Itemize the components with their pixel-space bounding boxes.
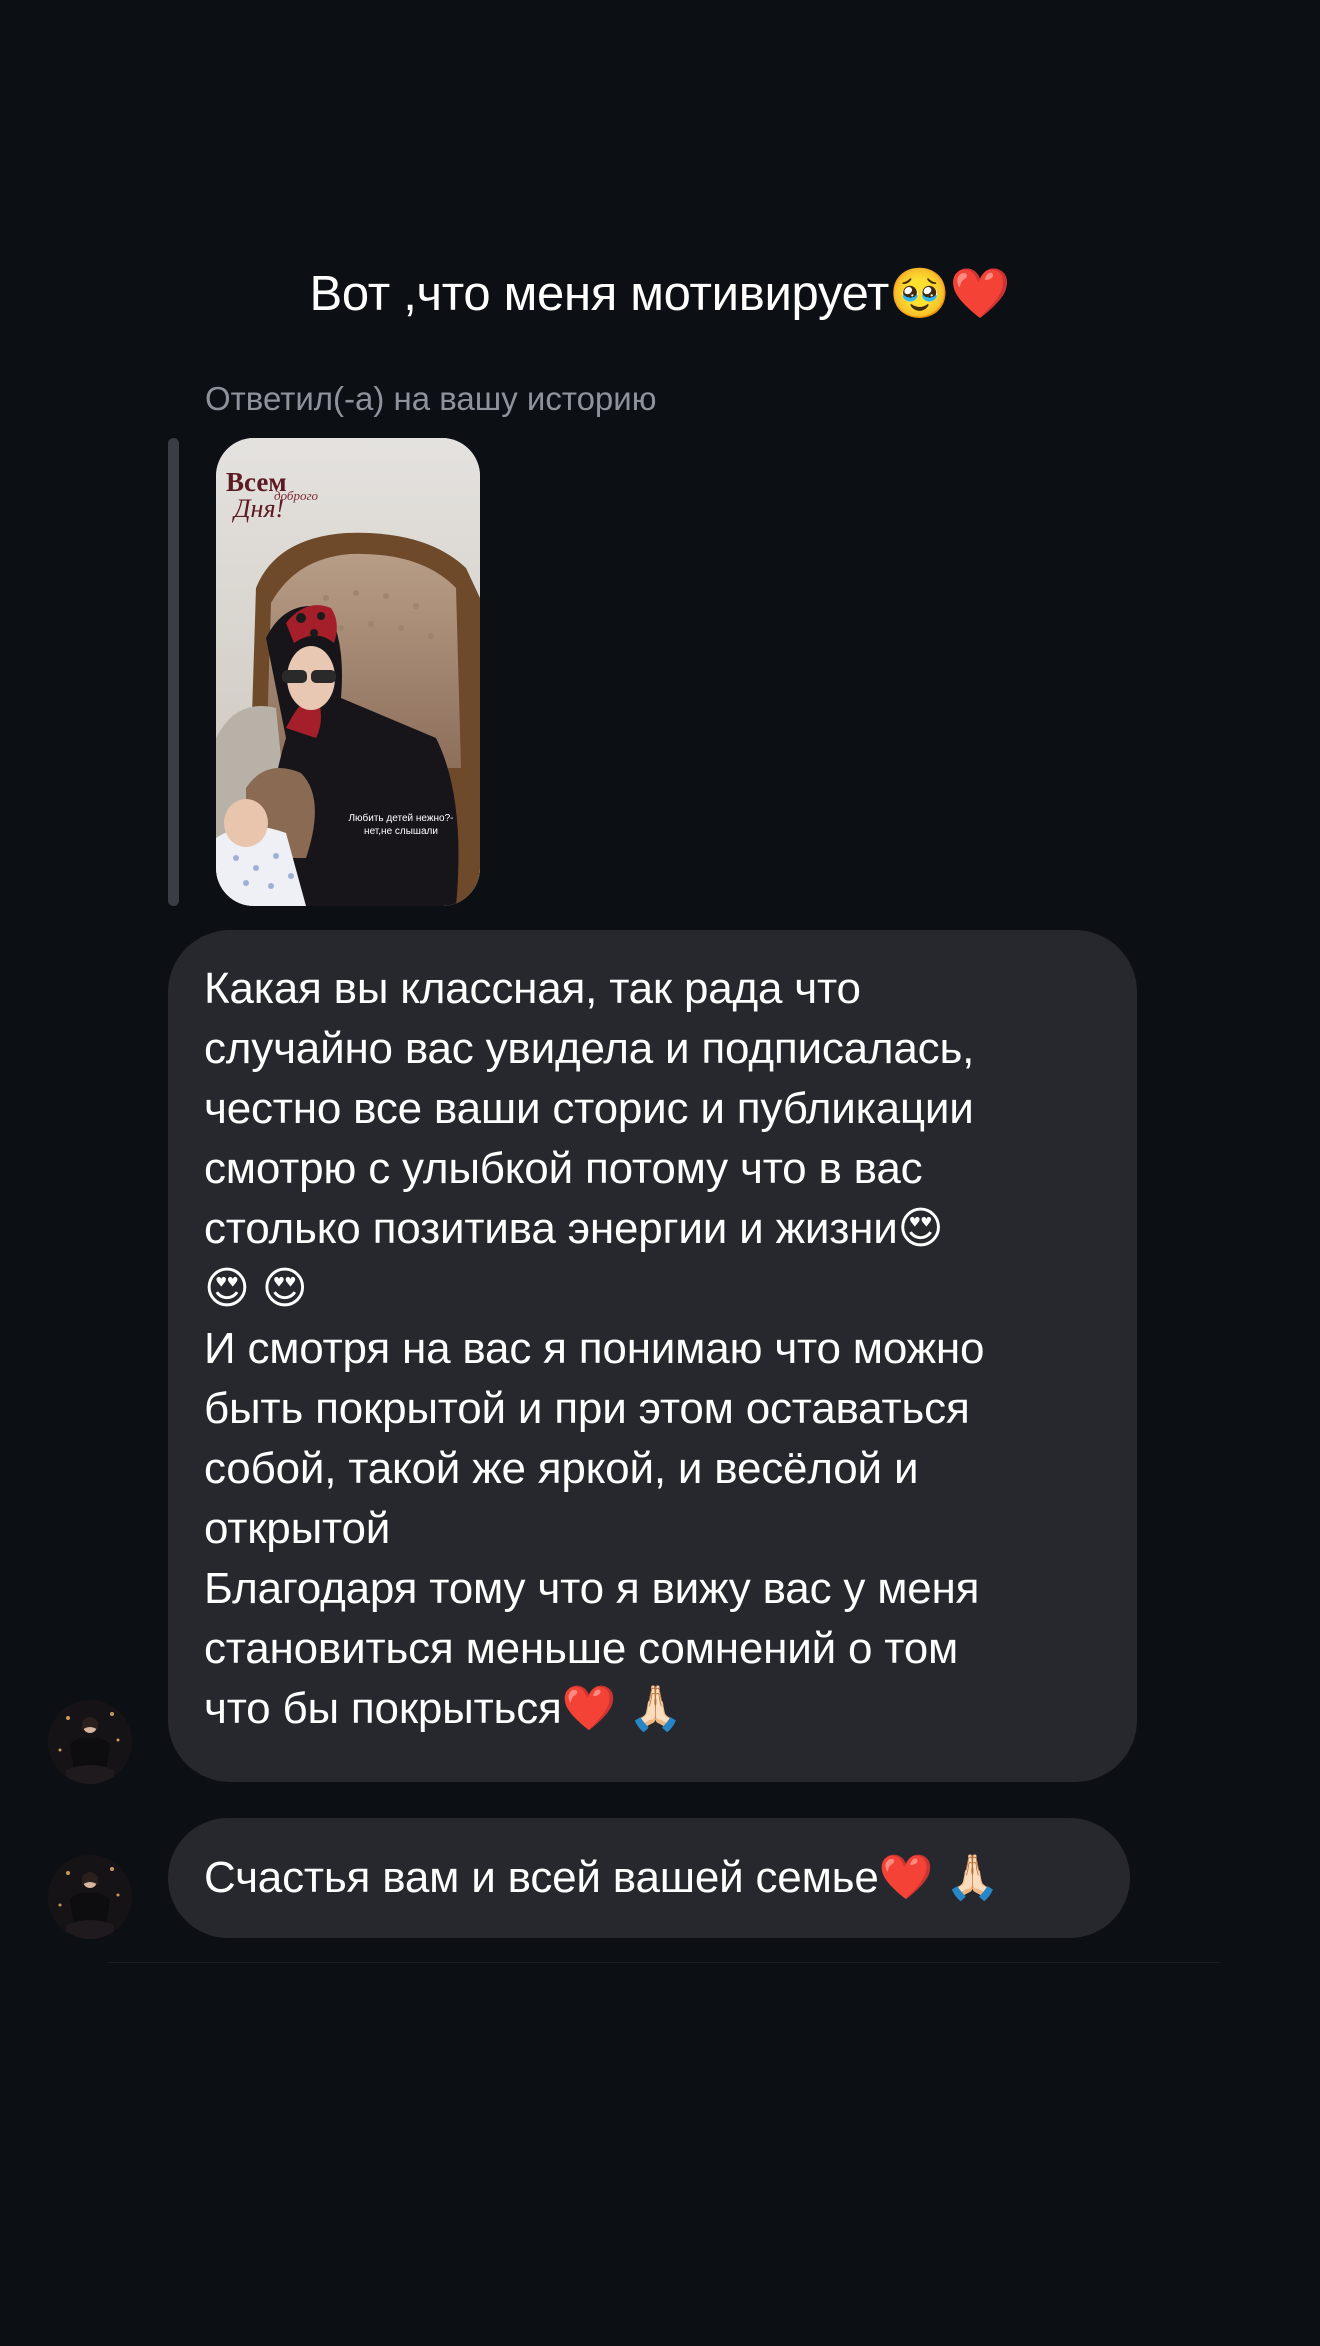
divider <box>108 1962 1220 1963</box>
avatar[interactable] <box>48 1700 132 1784</box>
story-title-day: Дня! <box>234 494 285 523</box>
story-thumbnail[interactable]: Всем доброго Дня! Любить детей нежно?- н… <box>216 438 480 906</box>
avatar-image <box>48 1700 132 1784</box>
story-reply-label: Ответил(-а) на вашу историю <box>205 380 657 417</box>
story-overlay-text: Любить детей нежно?- нет,не слышали <box>348 813 454 837</box>
message-bubble[interactable]: Какая вы классная, так рада что случайно… <box>168 930 1137 1782</box>
reply-indicator-bar <box>168 438 179 906</box>
story-reply-caption: Вот ,что меня мотивирует🥹❤️ <box>309 267 1011 321</box>
avatar-image <box>48 1855 132 1939</box>
avatar[interactable] <box>48 1855 132 1939</box>
message-bubble[interactable]: Счастья вам и всей вашей семье❤️ 🙏🏻 <box>168 1818 1130 1938</box>
